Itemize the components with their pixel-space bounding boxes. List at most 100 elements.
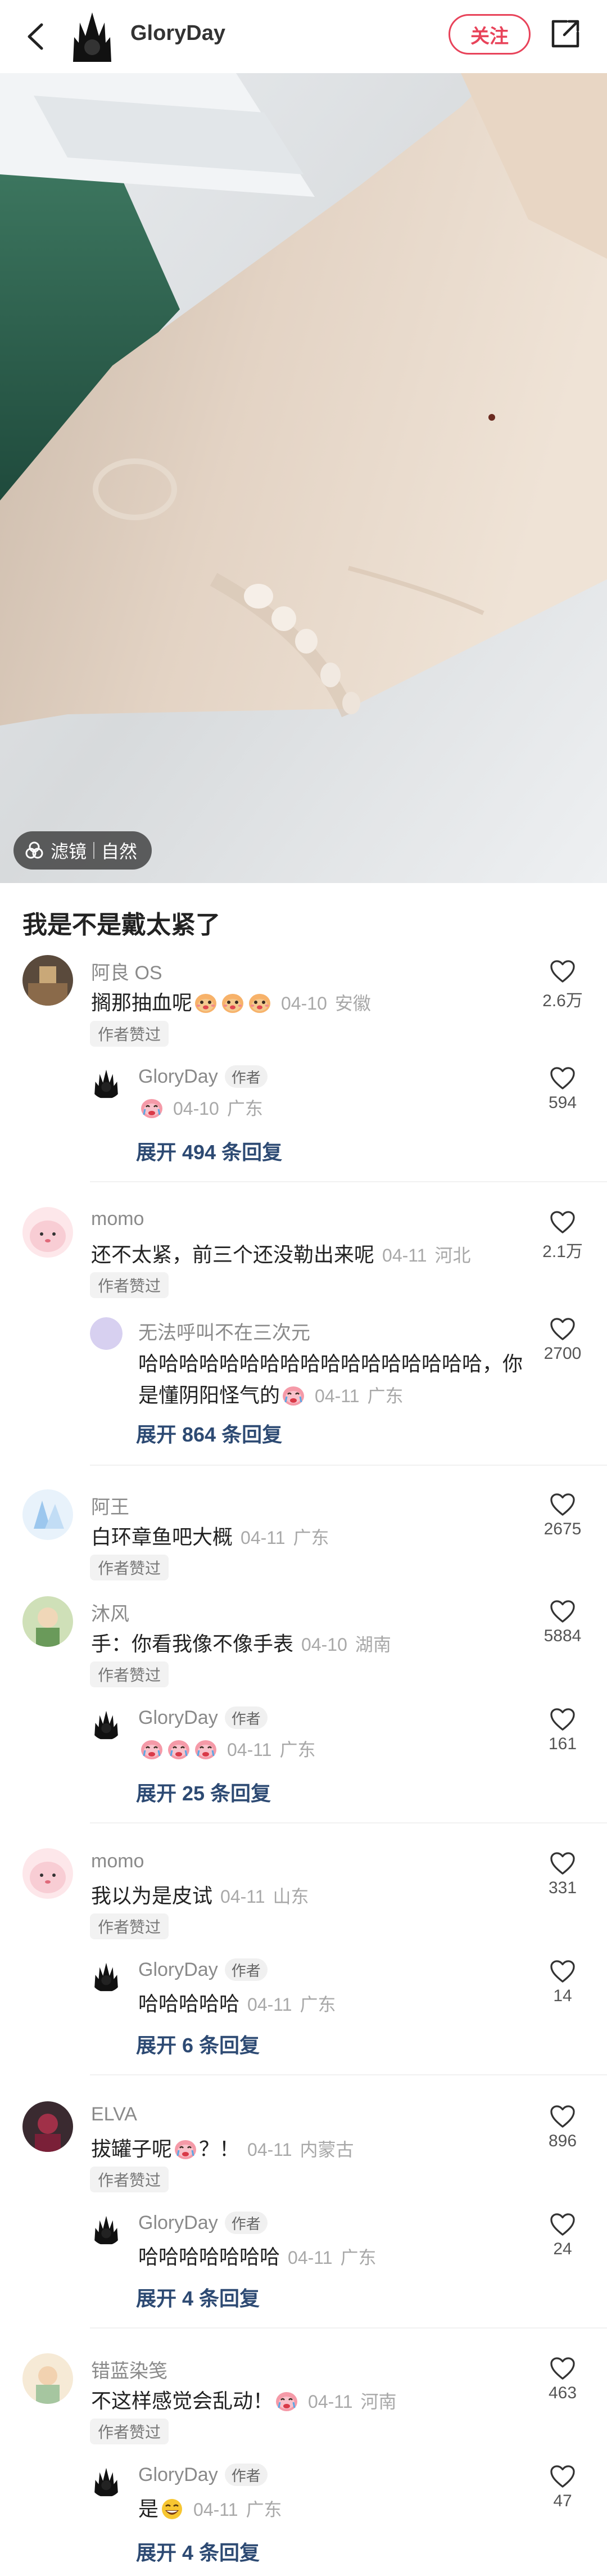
heart-outline-icon [550, 1600, 576, 1623]
like-button[interactable]: 2675 [537, 1493, 588, 1539]
expand-replies-link[interactable]: 展开 864 条回复 [136, 1418, 282, 1448]
filter-label: 滤镜 [51, 841, 87, 862]
like-button[interactable]: 2700 [537, 1317, 588, 1363]
comment-location: 河南 [360, 2392, 397, 2412]
emoji-icon [247, 992, 272, 1014]
reply-author[interactable]: GloryDay 作者 [138, 2212, 268, 2234]
reply-avatar[interactable] [90, 1066, 123, 1099]
post-photo[interactable]: 滤镜 自然 [0, 73, 607, 883]
expand-replies-link[interactable]: 展开 494 条回复 [136, 1136, 282, 1165]
comment-date: 04-11 [241, 1528, 286, 1548]
chevron-left-icon[interactable] [22, 21, 51, 52]
expand-replies-link[interactable]: 展开 4 条回复 [136, 2282, 260, 2312]
like-button[interactable]: 47 [537, 2465, 588, 2511]
avatar[interactable] [22, 1207, 73, 1258]
avatar[interactable] [22, 1848, 73, 1899]
reply-avatar[interactable] [90, 2465, 123, 2497]
comment-text: 不这样感觉会乱动！ 04-11 河南 [91, 2385, 397, 2414]
author-liked-badge: 作者赞过 [90, 1913, 169, 1939]
comment-body: 手：你看我像不像手表 [91, 1632, 294, 1655]
author-liked-badge: 作者赞过 [90, 1272, 169, 1298]
like-button[interactable]: 463 [537, 2357, 588, 2403]
expand-replies-link[interactable]: 展开 4 条回复 [136, 2537, 260, 2566]
comment-author[interactable]: 阿良 OS [91, 957, 162, 985]
like-button[interactable]: 331 [537, 1852, 588, 1898]
comment-location: 广东 [293, 1528, 329, 1548]
emoji-icon [220, 992, 245, 1014]
reply-avatar[interactable] [90, 2213, 123, 2245]
expand-replies-link[interactable]: 展开 25 条回复 [136, 1777, 271, 1807]
reply-text: 哈哈哈哈哈哈哈 04-11 广东 [138, 2241, 377, 2270]
reply-text: 04-11 广东 [138, 1736, 315, 1762]
reply-author[interactable]: GloryDay 作者 [138, 1706, 268, 1729]
heart-outline-icon [550, 1493, 576, 1516]
comment-text: 白环章鱼吧大概 04-11 广东 [91, 1521, 329, 1550]
avatar[interactable] [22, 2353, 73, 2404]
emoji-icon [166, 1738, 191, 1760]
reply-author[interactable]: GloryDay 作者 [138, 1065, 268, 1088]
like-button[interactable]: 2.1万 [537, 1210, 588, 1262]
reply-avatar[interactable] [90, 1317, 123, 1350]
heart-outline-icon [550, 960, 576, 983]
filter-divider [93, 842, 95, 859]
reply-author[interactable]: GloryDay 作者 [138, 2464, 268, 2486]
comment-author[interactable]: 阿王 [91, 1492, 129, 1519]
comment-date: 04-10 [281, 993, 327, 1014]
share-icon[interactable] [550, 18, 581, 49]
reply-author-name: 无法呼叫不在三次元 [138, 1322, 310, 1344]
comment-text: 手：你看我像不像手表 04-10 湖南 [91, 1628, 391, 1657]
like-button[interactable]: 594 [537, 1066, 588, 1113]
comment-location: 湖南 [355, 1634, 391, 1655]
reply-author-name: GloryDay [138, 2464, 218, 2485]
reply-author[interactable]: GloryDay 作者 [138, 1958, 268, 1981]
comment-date: 04-11 [247, 2140, 292, 2160]
reply-avatar[interactable] [90, 1708, 123, 1740]
like-count: 2675 [543, 1520, 582, 1538]
comment-body-suffix: ？！ [199, 2137, 240, 2160]
post-title: 我是不是戴太紧了 [22, 911, 220, 939]
comment-date: 04-11 [308, 2392, 353, 2412]
like-count: 161 [548, 1735, 577, 1753]
avatar[interactable] [22, 955, 73, 1006]
like-button[interactable]: 2.6万 [537, 960, 588, 1011]
reply-author[interactable]: 无法呼叫不在三次元 [138, 1317, 310, 1345]
avatar[interactable] [22, 1489, 73, 1540]
comment-text: 搁那抽血呢 04-10 安徽 [91, 987, 371, 1016]
comment-author[interactable]: 错蓝染笺 [91, 2356, 167, 2383]
reply-avatar[interactable] [90, 1960, 123, 1992]
avatar[interactable] [22, 2101, 73, 2152]
comment-body: 我以为是皮试 [91, 1884, 213, 1907]
author-avatar[interactable] [70, 8, 115, 64]
like-button[interactable]: 24 [537, 2213, 588, 2259]
emoji-icon [173, 2138, 198, 2160]
like-count: 594 [548, 1093, 577, 1112]
like-button[interactable]: 161 [537, 1708, 588, 1754]
like-count: 24 [553, 2240, 572, 2258]
avatar[interactable] [22, 1596, 73, 1647]
filter-chip[interactable]: 滤镜 自然 [13, 831, 152, 870]
reply-author-name: GloryDay [138, 1958, 218, 1980]
follow-button[interactable]: 关注 [449, 14, 531, 55]
comment-author[interactable]: 沐风 [91, 1598, 129, 1626]
like-button[interactable]: 896 [537, 2105, 588, 2151]
comment-body: 不这样感觉会乱动！ [91, 2389, 274, 2412]
reply-date: 04-11 [247, 1994, 292, 2015]
divider [90, 2074, 607, 2075]
heart-outline-icon [550, 1960, 576, 1983]
like-button[interactable]: 5884 [537, 1600, 588, 1646]
like-count: 331 [548, 1879, 577, 1897]
emoji-icon [160, 2498, 184, 2520]
comment-author[interactable]: momo [91, 1208, 144, 1230]
reply-location: 广东 [246, 2500, 282, 2520]
reply-body-line2: 是懂阴阳怪气的 [138, 1384, 280, 1407]
comment-text: 我以为是皮试 04-11 山东 [91, 1880, 309, 1909]
comment-author[interactable]: ELVA [91, 2104, 137, 2125]
author-name[interactable]: GloryDay [130, 21, 225, 46]
reply-date: 04-10 [173, 1098, 219, 1119]
comment-author[interactable]: momo [91, 1850, 144, 1872]
heart-outline-icon [550, 2465, 576, 2488]
heart-outline-icon [550, 1317, 576, 1341]
comment-location: 山东 [273, 1886, 309, 1907]
expand-replies-link[interactable]: 展开 6 条回复 [136, 2029, 260, 2059]
like-button[interactable]: 14 [537, 1960, 588, 2006]
